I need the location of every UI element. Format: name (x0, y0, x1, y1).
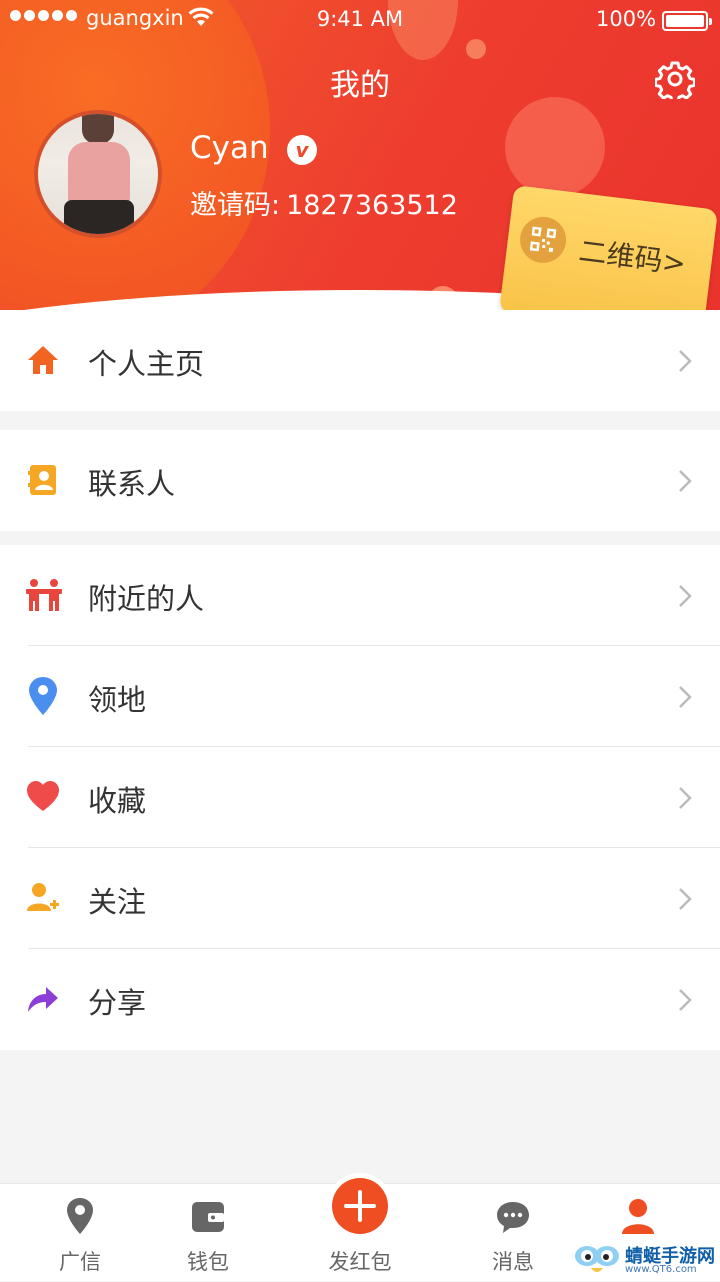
location-pin-icon (29, 677, 57, 715)
tab-guangxin[interactable]: 广信 (20, 1184, 140, 1281)
gear-icon[interactable] (655, 59, 695, 99)
menu-item-label: 领地 (88, 683, 147, 717)
people-icon (26, 579, 62, 611)
person-icon (622, 1199, 654, 1234)
chevron-right-icon (679, 787, 692, 809)
chevron-right-icon (679, 686, 692, 708)
menu-item-label: 联系人 (88, 467, 176, 501)
username: Cyan (190, 130, 269, 166)
battery-percent: 100% (596, 7, 657, 31)
battery-icon (662, 11, 712, 31)
menu-item-label: 分享 (88, 986, 147, 1020)
menu-item-contacts[interactable]: 联系人 (0, 430, 720, 531)
qr-code-label: 二维码> (577, 234, 688, 281)
menu-item-label: 个人主页 (88, 347, 205, 381)
wallet-icon (192, 1202, 224, 1232)
invite-code-value: 1827363512 (286, 190, 458, 221)
menu-item-nearby[interactable]: 附近的人 (0, 545, 720, 646)
menu-item-territory[interactable]: 领地 (0, 646, 720, 747)
menu-group: 联系人 (0, 430, 720, 531)
watermark-subtitle: www.QT6.com (625, 1264, 697, 1275)
status-bar: guangxin 9:41 AM 100% (0, 0, 720, 40)
chevron-right-icon (679, 989, 692, 1011)
tab-label: 广信 (59, 1250, 101, 1274)
heart-icon (27, 781, 59, 811)
chevron-right-icon (679, 470, 692, 492)
share-arrow-icon (28, 987, 58, 1012)
header-decoration (505, 97, 605, 197)
avatar[interactable] (34, 110, 162, 238)
menu-item-follow[interactable]: 关注 (0, 848, 720, 949)
chevron-right-icon (679, 350, 692, 372)
header-decoration (466, 39, 486, 59)
chat-bubble-icon (497, 1202, 529, 1233)
verified-badge-icon: v (287, 135, 317, 165)
tab-messages[interactable]: 消息 (453, 1184, 573, 1281)
menu-item-homepage[interactable]: 个人主页 (0, 310, 720, 411)
menu-item-share[interactable]: 分享 (0, 949, 720, 1050)
menu-item-label: 关注 (88, 885, 147, 919)
chevron-right-icon (679, 888, 692, 910)
page-title: 我的 (330, 68, 390, 103)
contact-card-icon (28, 465, 56, 495)
tab-label: 发红包 (328, 1250, 392, 1274)
location-pin-icon (67, 1198, 93, 1234)
menu-item-favorites[interactable]: 收藏 (0, 747, 720, 848)
menu-item-label: 附近的人 (88, 582, 205, 616)
dragonfly-icon (575, 1246, 619, 1272)
chevron-right-icon (679, 585, 692, 607)
menu-item-label: 收藏 (88, 784, 147, 818)
invite-label: 邀请码: (190, 190, 281, 221)
invite-code: 邀请码: 1827363512 (190, 183, 458, 222)
watermark-logo: 蜻蜓手游网 www.QT6.com (573, 1242, 718, 1278)
avatar-photo (38, 114, 158, 234)
menu-group: 附近的人 领地 收藏 关注 分享 (0, 545, 720, 1050)
tab-send-redpacket[interactable]: 发红包 (300, 1184, 420, 1281)
tab-label: 消息 (492, 1250, 534, 1274)
add-user-icon (27, 883, 59, 911)
home-icon (28, 346, 58, 374)
qr-code-icon (517, 214, 569, 266)
menu-group: 个人主页 (0, 310, 720, 411)
tab-label: 钱包 (187, 1250, 229, 1274)
tab-wallet[interactable]: 钱包 (148, 1184, 268, 1281)
